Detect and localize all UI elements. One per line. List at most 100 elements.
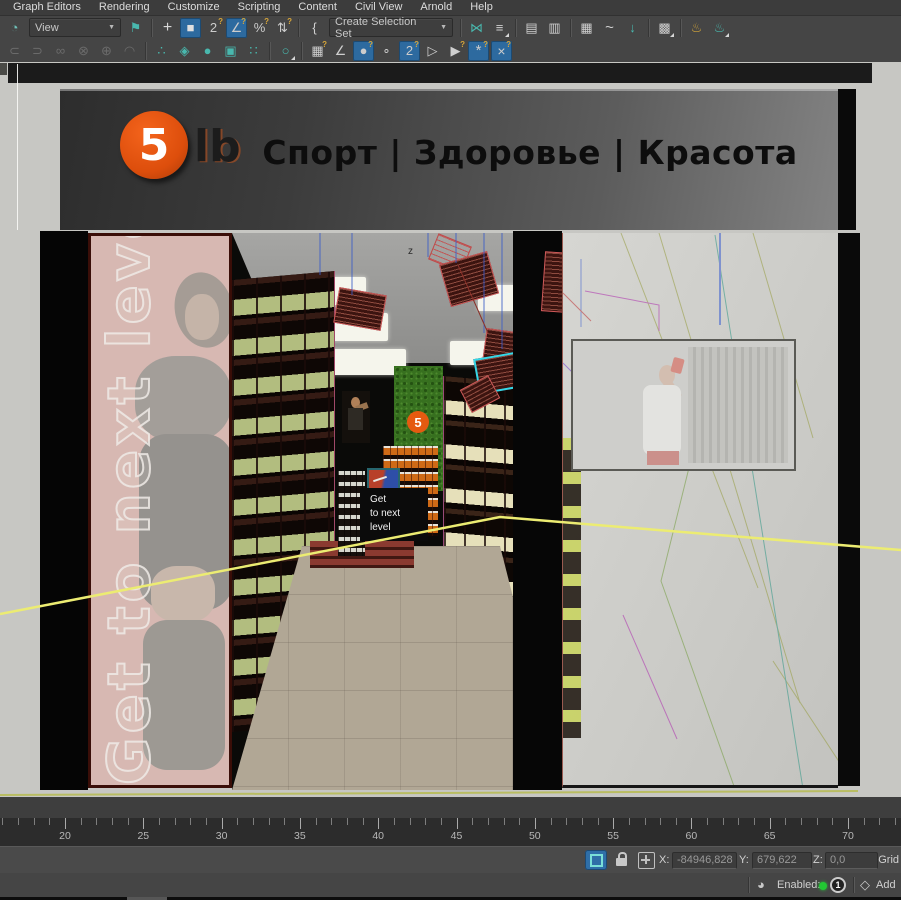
ruler-tick bbox=[582, 818, 583, 825]
toolbar-separator bbox=[460, 19, 461, 37]
sphere-gizmo-glyph: ● bbox=[204, 44, 212, 57]
ruler-major-tick bbox=[457, 818, 458, 829]
ruler-tick bbox=[331, 818, 332, 825]
edit-named-selections-icon[interactable]: { bbox=[304, 18, 325, 38]
view-dropdown[interactable]: View▼ bbox=[29, 18, 121, 37]
attach-icon: ⊕ bbox=[96, 41, 117, 61]
ruler-tick bbox=[175, 818, 176, 825]
ruler-major-tick bbox=[300, 818, 301, 829]
ruler-tick bbox=[645, 818, 646, 825]
toggle-layer-explorer-icon[interactable]: ▥ bbox=[544, 18, 565, 38]
interior-poster bbox=[342, 391, 370, 443]
schematic-view-icon[interactable]: ↓ bbox=[622, 18, 643, 38]
keyframe-flags-icon[interactable]: ⚑ bbox=[125, 18, 146, 38]
circle-array-icon[interactable]: ○ bbox=[275, 41, 296, 61]
ruler-major-tick bbox=[222, 818, 223, 829]
select-and-move-glyph: + bbox=[163, 20, 172, 36]
ruler-tick bbox=[425, 818, 426, 825]
ruler-tick bbox=[879, 818, 880, 825]
toolbar-separator bbox=[269, 42, 270, 60]
menu-arnold[interactable]: Arnold bbox=[411, 0, 461, 15]
glass-frame-edge bbox=[838, 233, 860, 786]
z-coordinate-field[interactable]: 0,0 bbox=[825, 852, 878, 869]
render-sphere-icon[interactable]: ◕ bbox=[757, 877, 765, 893]
ruler-tick bbox=[519, 818, 520, 825]
ruler-tick bbox=[96, 818, 97, 825]
trackbar-frame-label: 50 bbox=[523, 830, 547, 842]
pivot-snap-icon[interactable]: ●? bbox=[353, 41, 374, 61]
angle-measure-icon[interactable]: ∠ bbox=[330, 41, 351, 61]
menu-rendering[interactable]: Rendering bbox=[90, 0, 159, 15]
x-snap-icon[interactable]: ×? bbox=[491, 41, 512, 61]
count-badge[interactable]: 1 bbox=[830, 877, 846, 893]
triangle-gizmo-icon[interactable]: ▷ bbox=[422, 41, 443, 61]
render-setup-glyph: ♨ bbox=[691, 21, 703, 34]
ruler-tick bbox=[81, 818, 82, 825]
menu-graph-editors[interactable]: Graph Editors bbox=[4, 0, 90, 15]
material-editor-icon[interactable]: ▩ bbox=[654, 18, 675, 38]
menu-content[interactable]: Content bbox=[289, 0, 346, 15]
curve-editor-icon[interactable]: ~ bbox=[599, 18, 620, 38]
snaps-toggle-icon[interactable]: 2? bbox=[203, 18, 224, 38]
axis-points-glyph: ∷ bbox=[249, 44, 257, 57]
rendered-frame-icon[interactable]: ♨ bbox=[709, 18, 730, 38]
toggle-scene-explorer-icon[interactable]: ▤ bbox=[521, 18, 542, 38]
trackbar-frame-label: 70 bbox=[836, 830, 860, 842]
y-coordinate-field[interactable]: 679,622 bbox=[752, 852, 812, 869]
isolate-selection-toggle[interactable] bbox=[585, 850, 607, 870]
track-bar-ruler[interactable]: 2025303540455055606570 bbox=[0, 818, 901, 846]
diamond-gizmo-icon[interactable]: ◈ bbox=[174, 41, 195, 61]
angle-snap-icon[interactable]: ∠? bbox=[226, 18, 247, 38]
spinner-snap-icon[interactable]: ⇅? bbox=[272, 18, 293, 38]
menu-help[interactable]: Help bbox=[461, 0, 502, 15]
mirror-icon[interactable]: ⋈ bbox=[466, 18, 487, 38]
snap-badge: ? bbox=[414, 40, 419, 49]
create-selection-set-dropdown[interactable]: Create Selection Set▼ bbox=[329, 18, 453, 37]
wireframe-edges bbox=[563, 233, 838, 788]
add-diamond-icon[interactable]: ◇ bbox=[860, 877, 870, 893]
select-and-move-icon[interactable]: + bbox=[157, 18, 178, 38]
signboard-title: Спорт | Здоровье | Красота bbox=[260, 133, 800, 172]
menu-civil-view[interactable]: Civil View bbox=[346, 0, 411, 15]
sphere-gizmo-icon[interactable]: ● bbox=[197, 41, 218, 61]
region-select-icon[interactable]: ▣ bbox=[220, 41, 241, 61]
selection-lock-icon[interactable] bbox=[616, 858, 627, 866]
ruler-tick bbox=[707, 818, 708, 825]
render-setup-icon[interactable]: ♨ bbox=[686, 18, 707, 38]
ruler-major-tick bbox=[143, 818, 144, 829]
axis-constraint-icon[interactable]: 2? bbox=[399, 41, 420, 61]
ruler-tick bbox=[347, 818, 348, 825]
separator bbox=[748, 877, 749, 893]
time-slider-track[interactable] bbox=[0, 797, 901, 819]
ruler-tick bbox=[49, 818, 50, 825]
menu-customize[interactable]: Customize bbox=[159, 0, 229, 15]
ruler-tick bbox=[284, 818, 285, 825]
axis-points-icon[interactable]: ∷ bbox=[243, 41, 264, 61]
add-label[interactable]: Add bbox=[876, 879, 896, 891]
logo-number: 5 bbox=[139, 120, 170, 171]
snap-badge: ? bbox=[264, 17, 269, 26]
tv-screen bbox=[571, 339, 796, 471]
edit-named-selections-glyph: { bbox=[312, 21, 316, 34]
toggle-ribbon-icon[interactable]: ▦ bbox=[576, 18, 597, 38]
toolbar-separator bbox=[145, 42, 146, 60]
link-offset-icon[interactable]: ∘ bbox=[376, 41, 397, 61]
ruler-tick bbox=[864, 818, 865, 825]
ruler-tick bbox=[128, 818, 129, 825]
toggle-ribbon-glyph: ▦ bbox=[580, 21, 592, 34]
absolute-mode-icon[interactable] bbox=[638, 852, 655, 869]
ruler-tick bbox=[801, 818, 802, 825]
x-coordinate-field[interactable]: -84946,828 bbox=[672, 852, 737, 869]
perspective-viewport[interactable]: 5 lb Спорт | Здоровье | Красота Get to n… bbox=[0, 62, 901, 797]
keys-snap-icon[interactable]: *? bbox=[468, 41, 489, 61]
grid-snap-icon[interactable]: ▦? bbox=[307, 41, 328, 61]
ruler-tick bbox=[2, 818, 3, 825]
percent-snap-icon[interactable]: %? bbox=[249, 18, 270, 38]
align-icon[interactable]: ≡ bbox=[489, 18, 510, 38]
pie-rotate-icon[interactable]: ◔ bbox=[4, 18, 25, 38]
cone-gizmo-icon[interactable]: ▶? bbox=[445, 41, 466, 61]
select-object-icon[interactable]: ■ bbox=[180, 18, 201, 38]
snaps-toggle-glyph: 2 bbox=[210, 21, 217, 34]
snap-points-icon[interactable]: ∴ bbox=[151, 41, 172, 61]
menu-scripting[interactable]: Scripting bbox=[229, 0, 290, 15]
